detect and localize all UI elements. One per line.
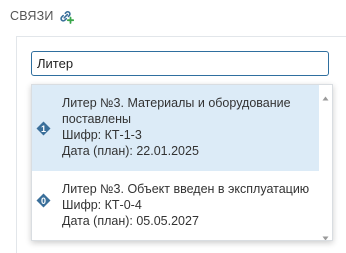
option-title: Литер №3. Объект введен в эксплуатацию — [62, 182, 310, 196]
dropdown-option[interactable]: 1 Литер №3. Материалы и оборудование пос… — [32, 85, 320, 171]
option-code: Шифр: КТ-1-3 — [62, 128, 142, 142]
milestone-status-icon: 0 — [36, 193, 51, 208]
option-text: Литер №3. Материалы и оборудование поста… — [62, 95, 314, 159]
option-title: Литер №3. Материалы и оборудование поста… — [62, 96, 291, 126]
option-code: Шифр: КТ-0-4 — [62, 198, 142, 212]
scroll-up-arrow-icon[interactable] — [322, 89, 329, 101]
section-header: СВЯЗИ — [10, 8, 74, 24]
scroll-down-arrow-icon[interactable] — [322, 229, 329, 240]
dropdown-scrollbar[interactable] — [319, 85, 332, 240]
search-results-dropdown: 1 Литер №3. Материалы и оборудование пос… — [31, 84, 333, 241]
connections-widget: СВЯЗИ 1 — [0, 0, 346, 253]
option-date: Дата (план): 05.05.2027 — [62, 214, 199, 228]
milestone-badge-number: 0 — [41, 196, 46, 206]
link-add-icon[interactable] — [58, 8, 74, 24]
search-input[interactable] — [31, 51, 329, 76]
milestone-status-icon: 1 — [36, 121, 51, 136]
milestone-badge-number: 1 — [41, 124, 46, 134]
section-title: СВЯЗИ — [10, 9, 54, 23]
option-text: Литер №3. Объект введен в эксплуатацию Ш… — [62, 181, 314, 229]
dropdown-option[interactable]: 0 Литер №3. Объект введен в эксплуатацию… — [32, 171, 320, 240]
option-date: Дата (план): 22.01.2025 — [62, 144, 199, 158]
